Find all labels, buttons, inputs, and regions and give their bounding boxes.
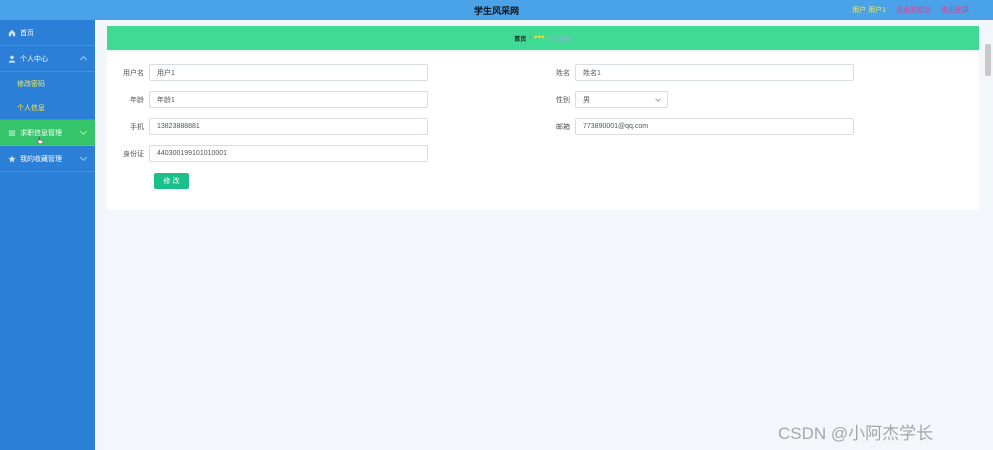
gender-value: 男 [583, 96, 590, 104]
sidebar-item-label: 首页 [20, 29, 34, 37]
top-bar: 学生风采网 用户 用户1 退出到前台 退出登录 [0, 0, 993, 20]
email-field[interactable]: 773890001@qq.com [575, 118, 854, 135]
phone-field[interactable]: 13823888881 [149, 118, 428, 135]
mouse-cursor-icon [36, 136, 44, 144]
username-label: 用户名 [123, 69, 144, 77]
sidebar: 首页 个人中心 修改密码 个人信息 求职信息管理 我的收藏管理 [0, 20, 95, 450]
breadcrumb-home[interactable]: 首页 [514, 34, 526, 43]
username-row: 用户名 用户1 [107, 64, 428, 81]
sidebar-item-label: 个人中心 [20, 55, 48, 63]
breadcrumb-separator: / [529, 35, 531, 41]
age-label: 年龄 [130, 96, 144, 104]
idcard-row: 身份证 440300199101010001 [107, 145, 428, 162]
age-row: 年龄 年龄1 [107, 91, 428, 108]
chevron-down-icon [79, 127, 88, 136]
user-icon [8, 55, 16, 63]
sidebar-item-job-info[interactable]: 求职信息管理 [0, 120, 95, 146]
breadcrumb-trail: 个人信息 [547, 36, 572, 43]
name-row: 姓名 姓名1 [533, 64, 854, 81]
email-row: 邮箱 773890001@qq.com [533, 118, 854, 135]
star-icon [8, 154, 16, 163]
sidebar-item-favorites[interactable]: 我的收藏管理 [0, 146, 95, 172]
sidebar-subitem-change-password[interactable]: 修改密码 [0, 72, 95, 96]
gender-row: 性别 男 [533, 91, 668, 108]
exit-to-front-link[interactable]: 退出到前台 [896, 5, 931, 15]
chevron-up-icon [79, 55, 88, 64]
gender-label: 性别 [556, 96, 570, 104]
chevron-down-icon [655, 96, 661, 102]
name-field[interactable]: 姓名1 [575, 64, 854, 81]
sidebar-subitem-personal-info[interactable]: 个人信息 [0, 96, 95, 120]
name-label: 姓名 [556, 69, 570, 77]
list-icon [8, 129, 16, 137]
sidebar-item-label: 我的收藏管理 [20, 155, 62, 163]
home-icon [8, 29, 16, 37]
profile-form-panel: 用户名 用户1 姓名 姓名1 年龄 年龄1 性别 男 手机 1382388888… [107, 52, 979, 210]
idcard-field[interactable]: 440300199101010001 [149, 145, 428, 162]
phone-row: 手机 13823888881 [107, 118, 428, 135]
site-title: 学生风采网 [473, 6, 519, 16]
sidebar-item-personal-center[interactable]: 个人中心 [0, 46, 95, 72]
header-actions: 用户 用户1 退出到前台 退出登录 [852, 5, 969, 15]
sidebar-item-home[interactable]: 首页 [0, 20, 95, 46]
logout-link[interactable]: 退出登录 [941, 5, 969, 15]
username-field[interactable]: 用户1 [149, 64, 428, 81]
age-field[interactable]: 年龄1 [149, 91, 428, 108]
submit-button[interactable]: 修 改 [154, 173, 189, 189]
breadcrumb-current: ♥♥♥ [533, 35, 545, 41]
gender-select[interactable]: 男 [575, 91, 668, 108]
chevron-down-icon [79, 153, 88, 162]
watermark: CSDN @小阿杰学长 [778, 424, 934, 443]
current-user-label: 用户 用户1 [852, 7, 886, 14]
phone-label: 手机 [130, 123, 144, 131]
page-scrollbar[interactable] [985, 44, 991, 76]
idcard-label: 身份证 [123, 150, 144, 158]
breadcrumb: 首页 / ♥♥♥ 个人信息 [107, 26, 979, 50]
email-label: 邮箱 [556, 123, 570, 131]
